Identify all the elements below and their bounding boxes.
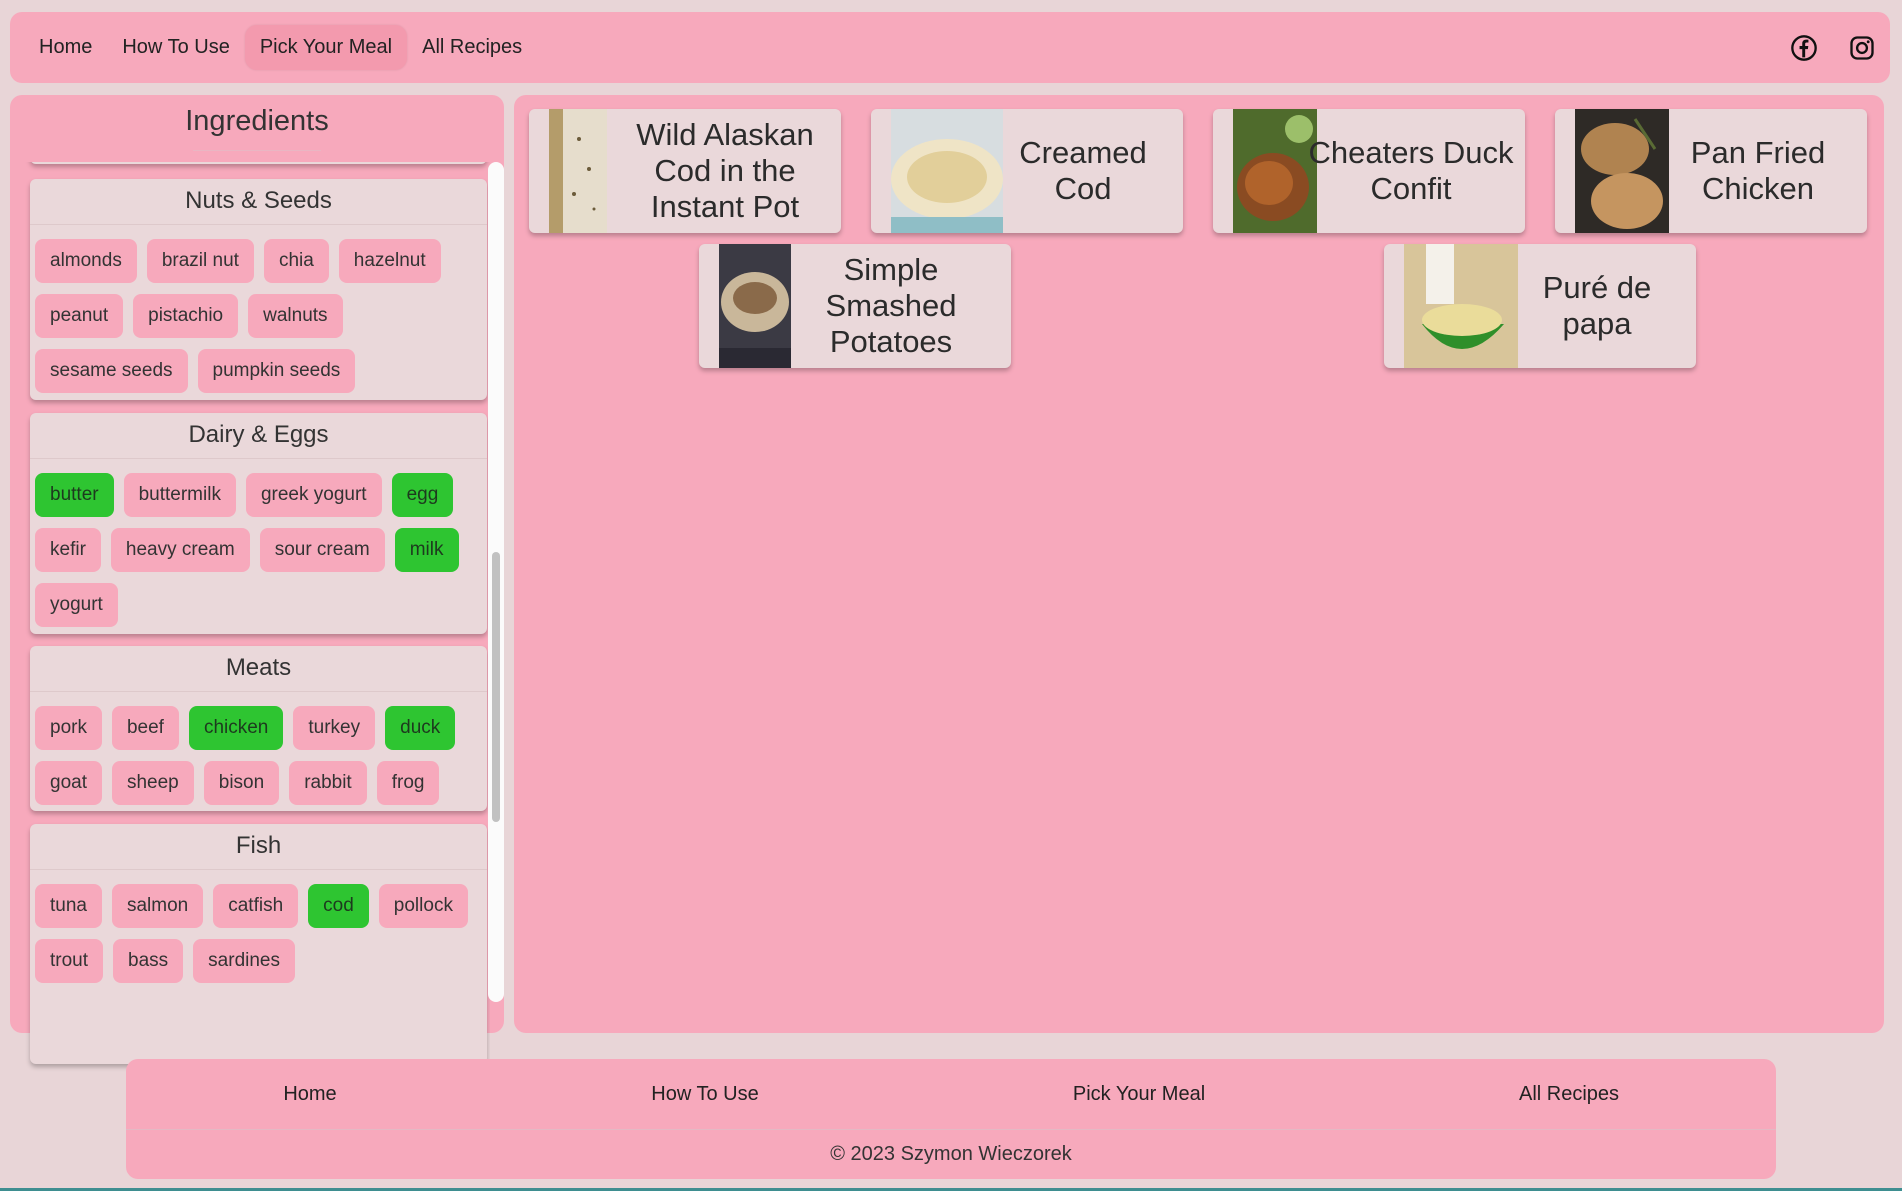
ingredient-chip-pollock[interactable]: pollock (378, 884, 468, 928)
ingredient-chip-walnuts[interactable]: walnuts (248, 294, 343, 338)
category-title: Dairy & Eggs (30, 413, 487, 459)
ingredient-chip-tuna[interactable]: tuna (35, 884, 102, 928)
ingredient-chip-butter[interactable]: butter (35, 473, 114, 517)
ingredient-chip-pork[interactable]: pork (35, 706, 102, 750)
footer-home-link[interactable]: Home (283, 1083, 336, 1106)
ingredient-chip-turkey[interactable]: turkey (293, 706, 376, 750)
ingredient-chip-salmon[interactable]: salmon (111, 884, 204, 928)
chip-list: tuna salmon catfish cod pollock trout bass sard… (30, 870, 487, 994)
ingredient-chip-bass[interactable]: bass (113, 939, 184, 983)
title-underline (193, 150, 321, 151)
ingredients-scrollbar[interactable] (488, 162, 504, 1002)
category-title: Meats (30, 646, 487, 692)
top-navbar: Home How To Use Pick Your Meal All Recip… (10, 12, 1890, 83)
ingredient-chip-rabbit[interactable]: rabbit (289, 761, 367, 805)
scrollbar-thumb[interactable] (492, 552, 500, 822)
ingredient-chip-pistachio[interactable]: pistachio (133, 294, 239, 338)
chip-list: butter buttermilk greek yogurt egg kefir heav… (30, 459, 487, 638)
ingredient-chip-greek-yogurt[interactable]: greek yogurt (245, 473, 382, 517)
category-title: Nuts & Seeds (30, 179, 487, 225)
footer-how-to-use-link[interactable]: How To Use (651, 1083, 758, 1106)
chip-list: pork beef chicken turkey duck goat sheep bison r… (30, 692, 487, 816)
ingredient-chip-brazil-nut[interactable]: brazil nut (146, 239, 254, 283)
ingredient-chip-duck[interactable]: duck (385, 706, 456, 750)
category-card-meats: Meats pork beef chicken turkey duck goat sheep… (30, 646, 487, 811)
ingredient-chip-buttermilk[interactable]: buttermilk (123, 473, 236, 517)
ingredient-chip-sour-cream[interactable]: sour cream (259, 528, 385, 572)
ingredient-chip-sesame-seeds[interactable]: sesame seeds (35, 349, 188, 393)
facebook-icon[interactable] (1790, 34, 1818, 62)
nav-how-to-use-link[interactable]: How To Use (107, 25, 244, 70)
recipe-card[interactable]: Pan Fried Chicken (1555, 109, 1867, 233)
ingredient-chip-yogurt[interactable]: yogurt (35, 583, 118, 627)
ingredient-chip-kefir[interactable]: kefir (35, 528, 101, 572)
chip-list: almonds brazil nut chia hazelnut peanut pista… (30, 225, 487, 404)
recipe-title: Cheaters Duck Confit (1308, 135, 1514, 206)
footer-all-recipes-link[interactable]: All Recipes (1519, 1083, 1619, 1106)
nav-home-link[interactable]: Home (24, 25, 107, 70)
footer-divider (126, 1129, 1776, 1130)
ingredient-chip-milk[interactable]: milk (394, 528, 459, 572)
ingredient-chip-chia[interactable]: chia (263, 239, 329, 283)
ingredient-chip-beef[interactable]: beef (111, 706, 179, 750)
instagram-icon[interactable] (1848, 34, 1876, 62)
categories-viewport: Nuts & Seeds almonds brazil nut chia hazeln… (20, 162, 490, 1097)
footer-links: Home How To Use Pick Your Meal All Recip… (126, 1059, 1776, 1129)
ingredient-chip-heavy-cream[interactable]: heavy cream (110, 528, 250, 572)
ingredient-chip-catfish[interactable]: catfish (213, 884, 299, 928)
category-card-dairy-eggs: Dairy & Eggs butter buttermilk greek yogur… (30, 413, 487, 634)
recipe-title: Simple Smashed Potatoes (825, 252, 957, 359)
recipe-title: Creamed Cod (1019, 135, 1147, 206)
ingredient-chip-hazelnut[interactable]: hazelnut (338, 239, 441, 283)
ingredients-panel: Ingredients Nuts & Seeds almonds brazil n… (10, 95, 504, 1064)
recipe-card[interactable]: Puré de papa (1384, 244, 1696, 368)
footer-pick-your-meal-link[interactable]: Pick Your Meal (1073, 1083, 1205, 1106)
ingredient-chip-pumpkin-seeds[interactable]: pumpkin seeds (197, 349, 356, 393)
site-footer: Home How To Use Pick Your Meal All Recip… (126, 1059, 1776, 1179)
ingredient-chip-trout[interactable]: trout (35, 939, 104, 983)
ingredient-chip-sardines[interactable]: sardines (193, 939, 295, 983)
category-card-fish: Fish tuna salmon catfish cod pollock trout bas… (30, 824, 487, 1064)
fish-photo-thumbnail (549, 109, 607, 233)
category-title: Fish (30, 824, 487, 870)
ingredients-title: Ingredients (185, 105, 329, 137)
category-card-nuts-seeds: Nuts & Seeds almonds brazil nut chia hazeln… (30, 179, 487, 400)
recipe-card[interactable]: Cheaters Duck Confit (1213, 109, 1525, 233)
footer-copyright: © 2023 Szymon Wieczorek (830, 1143, 1072, 1165)
recipes-panel: Wild Alaskan Cod in the Instant Pot Crea… (514, 95, 1884, 1033)
recipe-card[interactable]: Creamed Cod (871, 109, 1183, 233)
recipe-title: Pan Fried Chicken (1690, 135, 1826, 206)
ingredient-categories-scroll[interactable]: Nuts & Seeds almonds brazil nut chia hazeln… (20, 162, 490, 1099)
ingredient-chip-frog[interactable]: frog (376, 761, 440, 805)
ingredient-chip-goat[interactable]: goat (35, 761, 102, 805)
recipe-title: Puré de papa (1542, 270, 1652, 341)
ingredient-chip-chicken[interactable]: chicken (188, 706, 284, 750)
ingredient-chip-peanut[interactable]: peanut (35, 294, 124, 338)
recipe-card[interactable]: Wild Alaskan Cod in the Instant Pot (529, 109, 841, 233)
ingredient-chip-almonds[interactable]: almonds (35, 239, 137, 283)
ingredient-chip-bison[interactable]: bison (203, 761, 280, 805)
nav-all-recipes-link[interactable]: All Recipes (407, 25, 537, 70)
nav-pick-your-meal-link[interactable]: Pick Your Meal (244, 25, 408, 70)
ingredient-chip-egg[interactable]: egg (391, 473, 454, 517)
recipe-title: Wild Alaskan Cod in the Instant Pot (636, 117, 814, 224)
recipe-card[interactable]: Simple Smashed Potatoes (699, 244, 1011, 368)
ingredient-chip-cod[interactable]: cod (308, 884, 369, 928)
category-card-hidden (30, 162, 487, 164)
ingredient-chip-sheep[interactable]: sheep (111, 761, 194, 805)
